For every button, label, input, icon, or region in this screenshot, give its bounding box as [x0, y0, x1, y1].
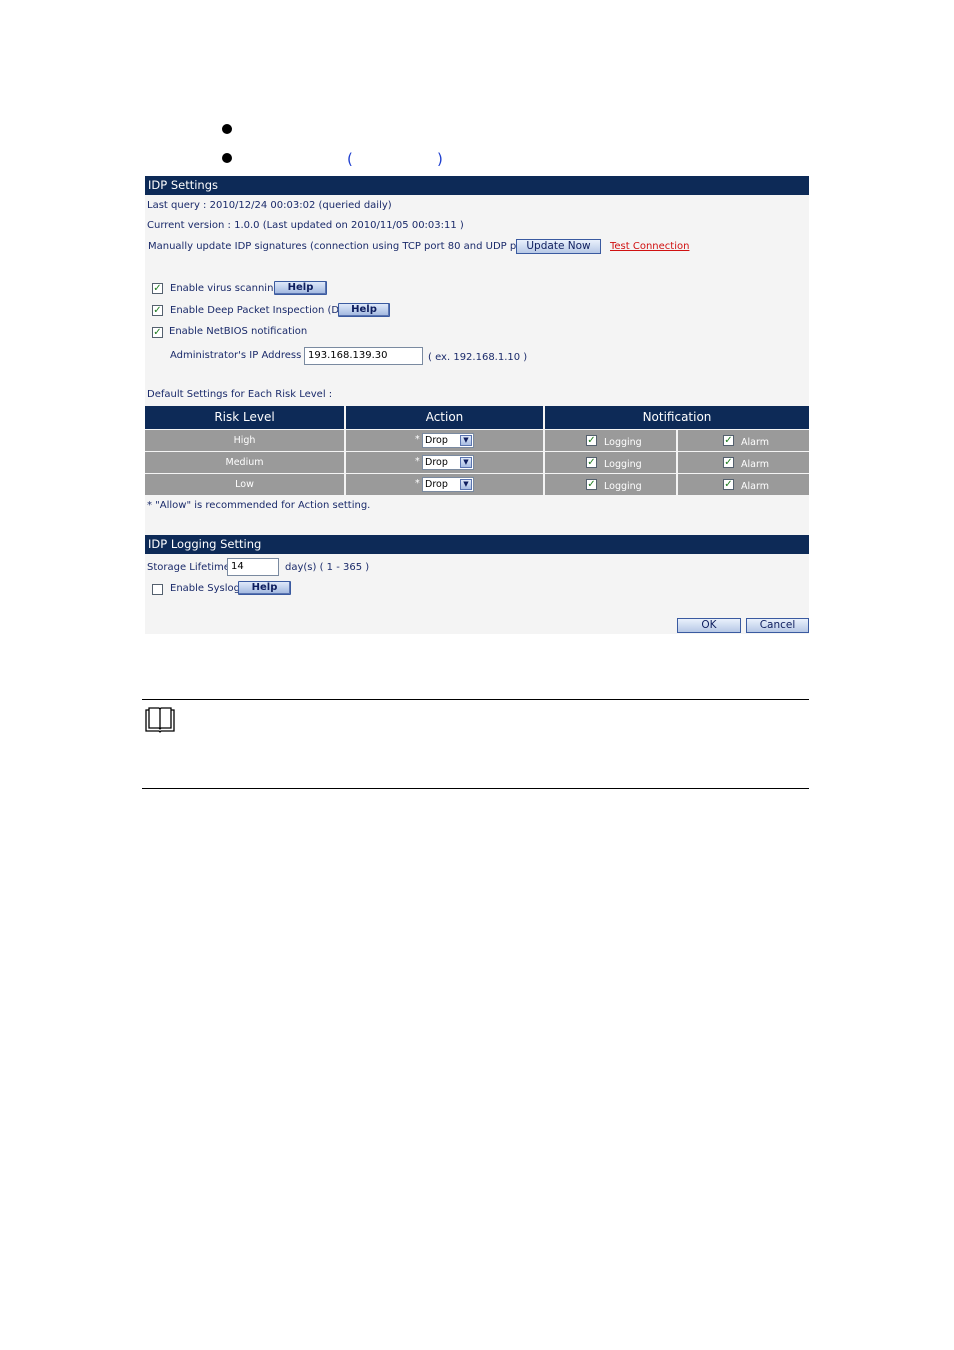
logging-checkbox[interactable]: ✓	[586, 435, 597, 446]
risk-level-header: Risk Level	[145, 406, 344, 429]
logging-cell: ✓ Logging	[545, 452, 676, 473]
logging-label: Logging	[604, 481, 642, 492]
asterisk: *	[415, 478, 420, 489]
risk-level-cell: High	[145, 430, 344, 451]
asterisk: *	[415, 434, 420, 445]
alarm-checkbox[interactable]: ✓	[723, 457, 734, 468]
logging-checkbox[interactable]: ✓	[586, 457, 597, 468]
risk-level-cell: Low	[145, 474, 344, 495]
risk-level-text: Medium	[225, 457, 264, 468]
storage-lifetime-input[interactable]: 14	[227, 558, 279, 576]
virus-scanning-label: Enable virus scanning	[170, 283, 280, 294]
action-header: Action	[346, 406, 543, 429]
logging-checkbox[interactable]: ✓	[586, 479, 597, 490]
virus-scanning-help-button[interactable]: Help	[274, 281, 327, 295]
alarm-checkbox[interactable]: ✓	[723, 435, 734, 446]
notification-header: Notification	[545, 406, 809, 429]
storage-lifetime-label: Storage Lifetime	[147, 562, 230, 573]
action-cell: * Drop ▼	[346, 452, 543, 473]
cancel-button[interactable]: Cancel	[746, 618, 809, 633]
admin-ip-example: ( ex. 192.168.1.10 )	[428, 352, 528, 363]
default-settings-label: Default Settings for Each Risk Level :	[147, 389, 333, 400]
asterisk: *	[415, 456, 420, 467]
action-cell: * Drop ▼	[346, 474, 543, 495]
action-select[interactable]: Drop ▼	[422, 477, 474, 492]
current-version-text: Current version : 1.0.0 (Last updated on…	[147, 220, 464, 231]
storage-unit-text: day(s) ( 1 - 365 )	[285, 562, 370, 573]
idp-settings-header: IDP Settings	[145, 176, 809, 195]
alarm-cell: ✓ Alarm	[678, 430, 809, 451]
update-now-button[interactable]: Update Now	[516, 239, 601, 254]
alarm-label: Alarm	[741, 459, 769, 470]
alarm-label: Alarm	[741, 481, 769, 492]
right-paren: )	[437, 150, 443, 168]
risk-level-cell: Medium	[145, 452, 344, 473]
chevron-down-icon: ▼	[460, 457, 472, 468]
dpi-checkbox[interactable]: ✓	[152, 305, 163, 316]
action-select[interactable]: Drop ▼	[422, 433, 474, 448]
action-select[interactable]: Drop ▼	[422, 455, 474, 470]
bullet-2	[222, 153, 232, 163]
note-bottom-rule	[142, 788, 809, 789]
virus-scanning-checkbox[interactable]: ✓	[152, 283, 163, 294]
idp-panel: IDP Settings Last query : 2010/12/24 00:…	[145, 176, 809, 634]
action-select-value: Drop	[425, 435, 448, 446]
alarm-cell: ✓ Alarm	[678, 474, 809, 495]
syslog-label: Enable Syslog	[170, 583, 240, 594]
dpi-help-button[interactable]: Help	[338, 303, 390, 317]
netbios-label: Enable NetBIOS notification	[169, 326, 308, 337]
bullet-1	[222, 124, 232, 134]
note-top-rule	[142, 699, 809, 700]
idp-logging-header: IDP Logging Setting	[145, 535, 809, 554]
allow-note: * "Allow" is recommended for Action sett…	[147, 500, 371, 511]
action-cell: * Drop ▼	[346, 430, 543, 451]
alarm-label: Alarm	[741, 437, 769, 448]
netbios-checkbox[interactable]: ✓	[152, 327, 163, 338]
last-query-text: Last query : 2010/12/24 00:03:02 (querie…	[147, 200, 392, 211]
action-select-value: Drop	[425, 479, 448, 490]
test-connection-link[interactable]: Test Connection	[610, 241, 689, 252]
risk-level-text: High	[233, 435, 256, 446]
logging-cell: ✓ Logging	[545, 474, 676, 495]
syslog-checkbox[interactable]	[152, 584, 163, 595]
ok-button[interactable]: OK	[677, 618, 741, 633]
action-select-value: Drop	[425, 457, 448, 468]
syslog-help-button[interactable]: Help	[238, 581, 291, 595]
chevron-down-icon: ▼	[460, 435, 472, 446]
alarm-cell: ✓ Alarm	[678, 452, 809, 473]
dpi-label: Enable Deep Packet Inspection (DPI)	[170, 305, 352, 316]
book-icon	[144, 707, 176, 733]
left-paren: (	[347, 150, 353, 168]
chevron-down-icon: ▼	[460, 479, 472, 490]
logging-label: Logging	[604, 459, 642, 470]
alarm-checkbox[interactable]: ✓	[723, 479, 734, 490]
admin-ip-input[interactable]: 193.168.139.30	[304, 347, 423, 365]
admin-ip-label: Administrator's IP Address :	[170, 350, 308, 361]
logging-label: Logging	[604, 437, 642, 448]
logging-cell: ✓ Logging	[545, 430, 676, 451]
manual-update-text: Manually update IDP signatures (connecti…	[148, 241, 551, 252]
risk-level-text: Low	[235, 479, 254, 490]
